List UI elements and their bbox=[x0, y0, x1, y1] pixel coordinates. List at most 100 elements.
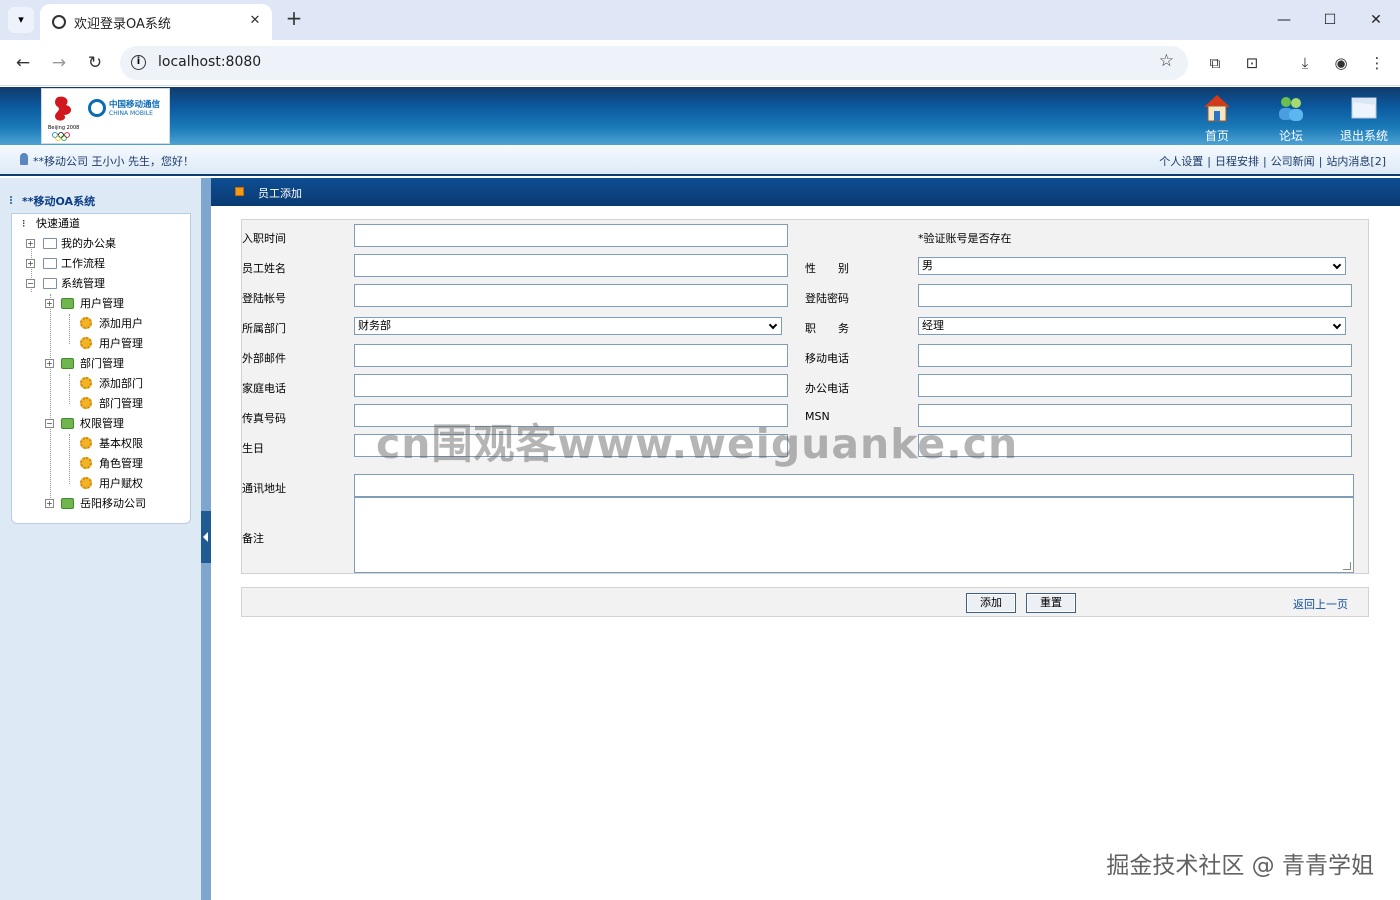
top-links: 个人设置 | 日程安排 | 公司新闻 | 站内消息[2] bbox=[1159, 153, 1386, 169]
user-info-bar: **移动公司 王小小 先生，您好！ 个人设置 | 日程安排 | 公司新闻 | 站内消息[2] bbox=[0, 145, 1400, 176]
tree-item-label: 基本权限 bbox=[99, 437, 143, 450]
remark-textarea[interactable] bbox=[354, 497, 1354, 573]
department-label: 所属部门 bbox=[242, 322, 286, 335]
tree-guide bbox=[69, 314, 70, 344]
browser-tab[interactable]: 欢迎登录OA系统 ✕ bbox=[40, 4, 272, 40]
gear-icon bbox=[80, 337, 92, 349]
link-personal-settings[interactable]: 个人设置 bbox=[1159, 155, 1203, 168]
home-phone-input[interactable] bbox=[354, 374, 788, 397]
users-icon bbox=[1279, 97, 1303, 121]
gear-icon bbox=[80, 317, 92, 329]
mobile-label: 移动电话 bbox=[805, 352, 849, 365]
url-input[interactable]: i localhost:8080 ☆ bbox=[120, 46, 1188, 80]
new-tab-button[interactable]: + bbox=[283, 7, 305, 31]
account-label: 登陆帐号 bbox=[242, 292, 286, 305]
site-info-icon[interactable]: i bbox=[131, 55, 146, 70]
user-icon bbox=[20, 153, 28, 165]
profile-icon[interactable]: ◉ bbox=[1327, 49, 1355, 77]
department-selected: 财务部 bbox=[358, 319, 391, 332]
logo: Beijing 2008 中国移动通信 CHINA MOBILE bbox=[41, 88, 170, 144]
expand-plus-icon[interactable]: + bbox=[26, 259, 35, 268]
home-icon bbox=[1204, 95, 1230, 122]
gender-select[interactable]: 男 bbox=[918, 257, 1346, 275]
exit-icon bbox=[1351, 97, 1377, 119]
download-icon[interactable]: ⤓ bbox=[1291, 49, 1319, 77]
address-input[interactable] bbox=[354, 474, 1354, 497]
reload-icon[interactable]: ↻ bbox=[81, 49, 109, 77]
expand-plus-icon[interactable]: + bbox=[45, 359, 54, 368]
tree-item-label: 添加用户 bbox=[99, 317, 143, 330]
browser-tab-bar: ▾ 欢迎登录OA系统 ✕ + — ☐ ✕ bbox=[0, 0, 1400, 40]
greeting-text: **移动公司 王小小 先生，您好！ bbox=[33, 155, 194, 168]
hire-date-label: 入职时间 bbox=[242, 232, 286, 245]
back-link[interactable]: 返回上一页 bbox=[1293, 596, 1348, 612]
reset-button[interactable]: 重置 bbox=[1026, 593, 1076, 613]
collapse-minus-icon[interactable]: − bbox=[45, 419, 54, 428]
tree-item-label: 部门管理 bbox=[99, 397, 143, 410]
separator: | bbox=[1262, 155, 1267, 168]
tree-item-label: 我的办公桌 bbox=[61, 237, 116, 250]
ext-email-input[interactable] bbox=[354, 344, 788, 367]
collapse-minus-icon[interactable]: − bbox=[26, 279, 35, 288]
tab-close-icon[interactable]: ✕ bbox=[246, 12, 264, 30]
tree-item-label: 用户赋权 bbox=[99, 477, 143, 490]
hire-date-input[interactable] bbox=[354, 224, 788, 247]
nav-logout-button[interactable]: 退出系统 bbox=[1336, 87, 1392, 145]
gear-icon bbox=[80, 457, 92, 469]
position-select[interactable]: 经理 bbox=[918, 317, 1346, 335]
expand-plus-icon[interactable]: + bbox=[45, 499, 54, 508]
chevron-left-icon bbox=[203, 532, 208, 542]
gear-icon bbox=[80, 477, 92, 489]
account-input[interactable] bbox=[354, 284, 788, 307]
logo-cn: 中国移动通信 bbox=[109, 100, 161, 110]
add-button[interactable]: 添加 bbox=[966, 593, 1016, 613]
resize-grip-icon[interactable] bbox=[1343, 562, 1351, 570]
forward-arrow-icon[interactable]: → bbox=[45, 49, 73, 77]
office-phone-input[interactable] bbox=[918, 374, 1352, 397]
gender-label: 性 别 bbox=[805, 262, 849, 275]
tree-guide bbox=[69, 434, 70, 484]
sidebar-title: **移动OA系统 bbox=[22, 195, 96, 208]
collapse-minus-icon[interactable]: + bbox=[45, 299, 54, 308]
nav-forum-button[interactable]: 论坛 bbox=[1270, 87, 1312, 145]
password-label: 登陆密码 bbox=[805, 292, 849, 305]
green-folder-icon bbox=[61, 358, 74, 369]
birthday-label: 生日 bbox=[242, 442, 264, 455]
minimize-button[interactable]: — bbox=[1266, 6, 1302, 34]
nav-home-button[interactable]: 首页 bbox=[1196, 87, 1238, 145]
name-label: 员工姓名 bbox=[242, 262, 286, 275]
folder-icon bbox=[43, 238, 57, 249]
link-company-news[interactable]: 公司新闻 bbox=[1271, 155, 1315, 168]
mobile-input[interactable] bbox=[918, 344, 1352, 367]
extensions-icon[interactable]: ⊡ bbox=[1238, 49, 1266, 77]
beijing-olympic-logo-icon: Beijing 2008 bbox=[48, 96, 79, 141]
china-mobile-icon bbox=[88, 99, 106, 117]
position-selected: 经理 bbox=[922, 319, 944, 332]
nav-home-label: 首页 bbox=[1204, 129, 1229, 143]
menu-dots-icon[interactable]: ⋮ bbox=[1363, 49, 1391, 77]
name-input[interactable] bbox=[354, 254, 788, 277]
link-schedule[interactable]: 日程安排 bbox=[1215, 155, 1259, 168]
bullet-icon bbox=[235, 187, 244, 196]
password-input[interactable] bbox=[918, 284, 1352, 307]
tree-item-label: 添加部门 bbox=[99, 377, 143, 390]
content-header: 员工添加 bbox=[211, 178, 1400, 206]
translate-icon[interactable]: ⧉ bbox=[1201, 49, 1229, 77]
tab-list-chevron-icon[interactable]: ▾ bbox=[8, 7, 34, 33]
back-arrow-icon[interactable]: ← bbox=[9, 49, 37, 77]
maximize-button[interactable]: ☐ bbox=[1312, 6, 1348, 34]
separator: | bbox=[1318, 155, 1323, 168]
gear-icon bbox=[80, 377, 92, 389]
separator: | bbox=[1207, 155, 1211, 168]
gear-icon bbox=[80, 397, 92, 409]
tree-item-label: 用户管理 bbox=[99, 337, 143, 350]
expand-plus-icon[interactable]: + bbox=[26, 239, 35, 248]
department-select[interactable]: 财务部 bbox=[354, 317, 782, 335]
watermark-center: cn围观客www.weiguanke.cn bbox=[376, 420, 1019, 468]
close-window-button[interactable]: ✕ bbox=[1358, 6, 1394, 34]
green-folder-icon bbox=[61, 298, 74, 309]
link-site-messages[interactable]: 站内消息[2] bbox=[1326, 155, 1386, 168]
tree-item-label: 工作流程 bbox=[61, 257, 105, 270]
office-phone-label: 办公电话 bbox=[805, 382, 849, 395]
bookmark-star-icon[interactable]: ☆ bbox=[1159, 51, 1174, 71]
